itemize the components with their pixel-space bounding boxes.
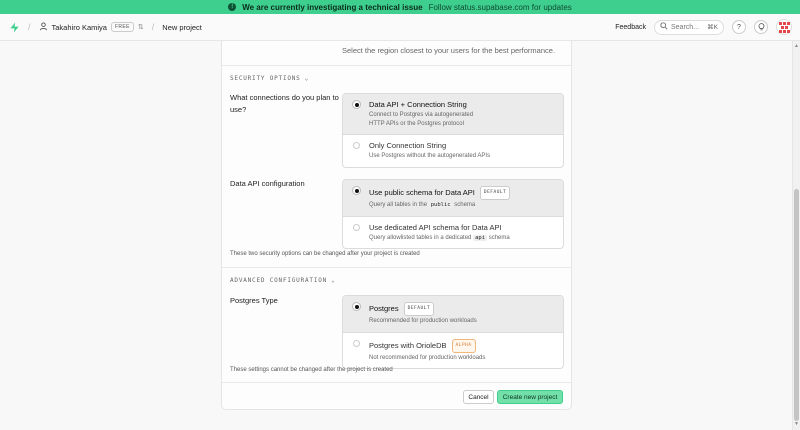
top-navigation: / Takahiro Kamiya FREE ⇅ / New project F…: [0, 14, 800, 41]
scroll-down-icon[interactable]: ▼: [793, 421, 800, 427]
option-desc: schema: [454, 202, 476, 208]
option-postgres-orioledb[interactable]: Postgres with OrioleDB ALPHA Not recomme…: [343, 333, 563, 369]
search-icon: [660, 22, 668, 32]
new-project-form: Select the region closest to your users …: [221, 41, 572, 410]
option-title: Only Connection String: [369, 141, 447, 150]
scroll-up-icon[interactable]: ▲: [793, 43, 800, 49]
radio-unselected[interactable]: [353, 339, 360, 347]
org-switcher[interactable]: Takahiro Kamiya FREE ⇅: [39, 21, 144, 33]
option-desc: Query allowlisted tables in a dedicated: [369, 234, 472, 241]
scrollbar-thumb[interactable]: [794, 189, 799, 421]
option-title: Use public schema for Data API: [369, 188, 475, 197]
radio-selected[interactable]: [353, 303, 360, 310]
search-shortcut: ⌘K: [707, 24, 718, 31]
default-badge: DEFAULT: [403, 302, 435, 316]
option-data-api-connection-string[interactable]: Data API + Connection String Connect to …: [343, 94, 563, 135]
connections-radio-group: Data API + Connection String Connect to …: [342, 93, 564, 168]
avatar[interactable]: [776, 19, 792, 35]
breadcrumb-separator: /: [151, 22, 155, 32]
schema-code: api: [473, 234, 488, 241]
banner-message: We are currently investigating a technic…: [242, 2, 423, 12]
chevron-down-icon: ⌄: [331, 277, 336, 284]
postgres-type-label: Postgres Type: [230, 296, 278, 305]
option-desc: Recommended for production workloads: [369, 318, 477, 324]
page-title: New project: [162, 22, 202, 32]
radio-unselected[interactable]: [353, 142, 360, 149]
option-title: Postgres with OrioleDB: [369, 340, 447, 350]
section-title-security: SECURITY OPTIONS: [230, 75, 301, 82]
radio-unselected[interactable]: [353, 223, 360, 231]
option-desc-row: Query all tables in the public schema: [369, 201, 555, 210]
divider: [222, 267, 571, 268]
option-title-row: Use public schema for Data API DEFAULT: [369, 186, 555, 200]
alert-icon: !: [228, 3, 237, 11]
option-title: Postgres: [369, 304, 399, 313]
alpha-badge: ALPHA: [451, 338, 476, 353]
default-badge: DEFAULT: [479, 186, 511, 200]
data-api-radio-group: Use public schema for Data API DEFAULT Q…: [342, 179, 564, 249]
option-dedicated-api-schema[interactable]: Use dedicated API schema for Data API Qu…: [343, 217, 563, 249]
create-project-button[interactable]: Create new project: [497, 390, 563, 404]
option-desc: Not recommended for production workloads: [369, 354, 486, 361]
org-icon: [39, 21, 48, 33]
search-placeholder: Search...: [671, 23, 700, 31]
region-hint: Select the region closest to your users …: [342, 46, 556, 55]
option-title-row: Postgres DEFAULT: [369, 302, 555, 316]
security-note: These two security options can be change…: [230, 251, 420, 257]
option-only-connection-string[interactable]: Only Connection String Use Postgres with…: [343, 135, 563, 167]
option-desc: HTTP APIs or the Postgres protocol: [369, 120, 464, 127]
schema-code: public: [428, 202, 453, 208]
data-api-config-label: Data API configuration: [230, 179, 305, 188]
radio-selected[interactable]: [353, 187, 360, 194]
option-title-row: Postgres with OrioleDB ALPHA: [369, 338, 555, 353]
radio-selected[interactable]: [353, 101, 360, 108]
option-desc: Use Postgres without the autogenerated A…: [369, 153, 491, 159]
advanced-note: These settings cannot be changed after t…: [230, 367, 393, 373]
option-title: Data API + Connection String: [369, 100, 467, 109]
option-desc: Query all tables in the: [369, 202, 428, 208]
divider: [222, 65, 571, 66]
option-desc: schema: [488, 234, 510, 241]
option-public-schema[interactable]: Use public schema for Data API DEFAULT Q…: [343, 180, 563, 217]
breadcrumb-separator: /: [28, 22, 31, 32]
connections-label: What connections do you plan to use?: [230, 93, 339, 114]
help-icon[interactable]: ?: [732, 20, 746, 34]
advanced-config-toggle[interactable]: ADVANCED CONFIGURATION ⌄: [230, 277, 336, 284]
search-input[interactable]: Search... ⌘K: [654, 19, 724, 35]
chevron-updown-icon: ⇅: [137, 24, 144, 31]
security-options-toggle[interactable]: SECURITY OPTIONS ⌄: [230, 75, 309, 82]
option-postgres[interactable]: Postgres DEFAULT Recommended for product…: [343, 296, 563, 333]
option-desc-row: Query allowlisted tables in a dedicated …: [369, 234, 555, 243]
org-name: Takahiro Kamiya: [51, 22, 107, 32]
feedback-button[interactable]: Feedback: [615, 24, 646, 31]
option-desc: Connect to Postgres via autogenerated: [369, 112, 474, 118]
cancel-button[interactable]: Cancel: [463, 390, 494, 404]
status-banner: ! We are currently investigating a techn…: [0, 0, 800, 14]
supabase-logo-icon[interactable]: [8, 21, 20, 33]
status-link[interactable]: Follow status.supabase.com for updates: [429, 3, 572, 12]
scrollbar[interactable]: ▲ ▼: [792, 41, 800, 430]
postgres-type-radio-group: Postgres DEFAULT Recommended for product…: [342, 295, 564, 369]
divider: [222, 382, 571, 383]
plan-badge: FREE: [110, 22, 134, 32]
lightbulb-icon[interactable]: [754, 20, 768, 34]
option-title: Use dedicated API schema for Data API: [369, 222, 502, 232]
chevron-down-icon: ⌄: [304, 75, 310, 82]
section-title-advanced: ADVANCED CONFIGURATION: [230, 277, 328, 284]
